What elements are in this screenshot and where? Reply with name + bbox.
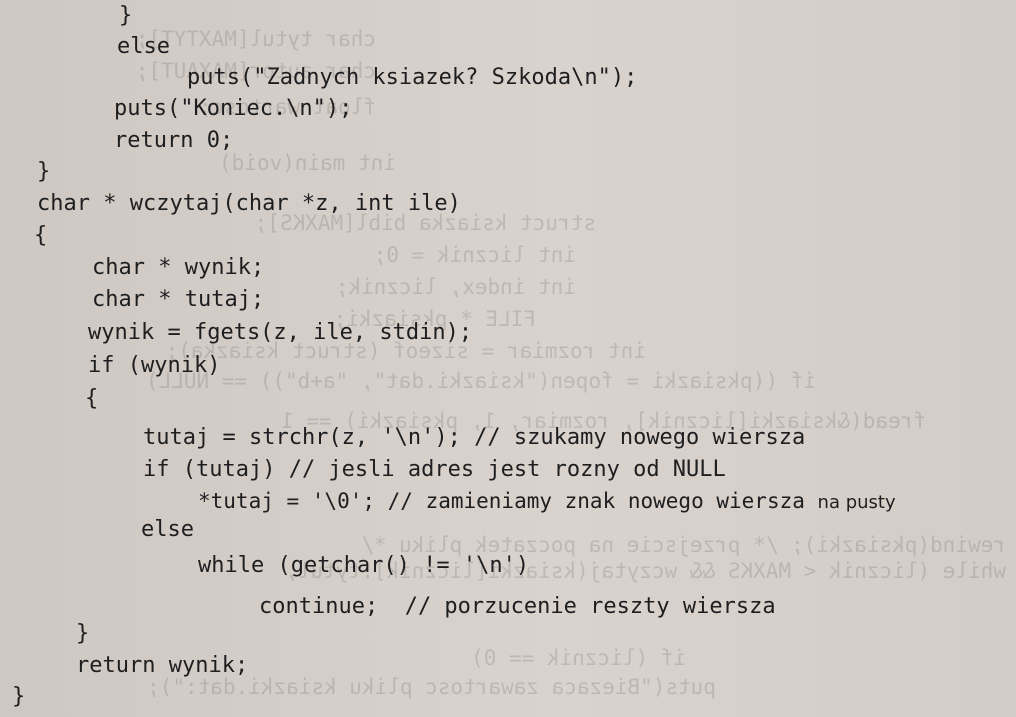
code-line: puts("Zadnych ksiazek? Szkoda\n"); bbox=[187, 65, 638, 90]
code-line: char * wynik; bbox=[92, 255, 265, 280]
code-listing: } else puts("Zadnych ksiazek? Szkoda\n")… bbox=[0, 0, 1016, 717]
code-line: wynik = fgets(z, ile, stdin); bbox=[88, 320, 473, 345]
code-line: char * wczytaj(char *z, int ile) bbox=[37, 191, 461, 216]
code-line: } bbox=[119, 3, 133, 28]
code-line: else bbox=[117, 34, 170, 59]
code-line: puts("Koniec.\n"); bbox=[114, 96, 353, 121]
code-line: } bbox=[76, 621, 90, 646]
code-line: char * tutaj; bbox=[92, 287, 265, 312]
code-line: { bbox=[85, 386, 99, 411]
code-line: tutaj = strchr(z, '\n'); // szukamy nowe… bbox=[143, 425, 806, 450]
code-line: { bbox=[34, 223, 48, 248]
code-line: continue; // porzucenie reszty wiersza bbox=[259, 594, 776, 619]
code-line: *tutaj = '\0'; // zamieniamy znak nowego… bbox=[198, 487, 896, 517]
code-line: } bbox=[12, 684, 26, 709]
code-line: if (tutaj) // jesli adres jest rozny od … bbox=[143, 457, 726, 482]
code-line: return wynik; bbox=[76, 653, 249, 678]
code-line: else bbox=[141, 517, 194, 542]
book-page: puts("Biezaca zawartosc pliku ksiazki.da… bbox=[0, 0, 1016, 717]
code-line: return 0; bbox=[114, 128, 234, 153]
code-line: while (getchar() != '\n') bbox=[198, 553, 530, 578]
code-line-text: *tutaj = '\0'; // zamieniamy znak nowego… bbox=[198, 489, 805, 513]
code-line: if (wynik) bbox=[88, 353, 221, 378]
code-line: } bbox=[37, 159, 51, 184]
code-line-tail: na pusty bbox=[817, 492, 896, 513]
